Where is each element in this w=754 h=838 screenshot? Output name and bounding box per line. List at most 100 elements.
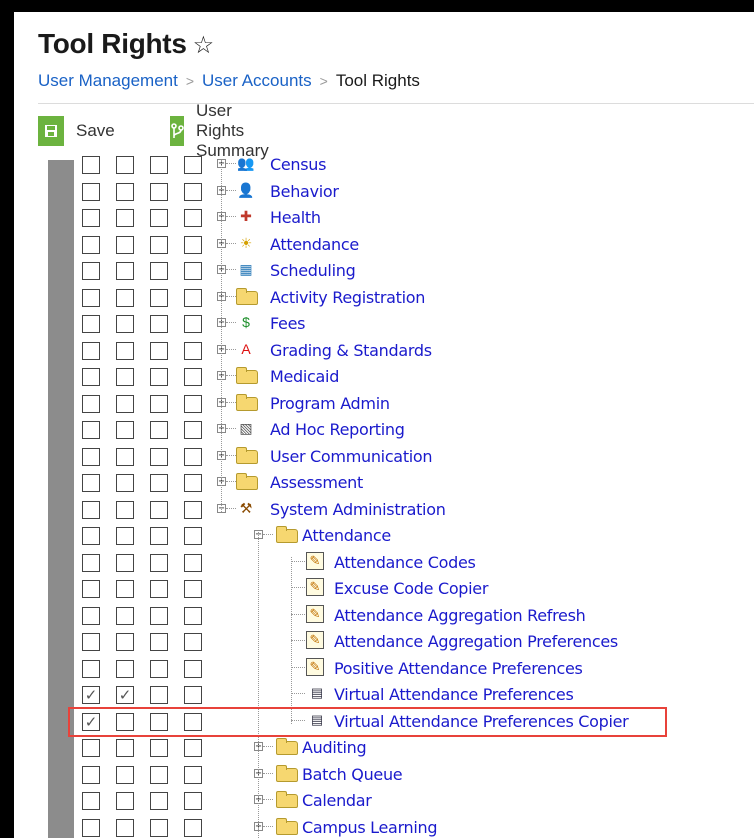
delete-checkbox[interactable] <box>184 156 202 174</box>
write-checkbox[interactable] <box>116 236 134 254</box>
add-checkbox[interactable] <box>150 262 168 280</box>
read-checkbox[interactable] <box>82 421 100 439</box>
tree-item-label[interactable]: Grading & Standards <box>270 341 432 360</box>
delete-checkbox[interactable] <box>184 766 202 784</box>
tree-item-label[interactable]: Auditing <box>302 738 367 757</box>
delete-checkbox[interactable] <box>184 183 202 201</box>
tree-item-label[interactable]: Batch Queue <box>302 765 403 784</box>
write-checkbox[interactable] <box>116 342 134 360</box>
add-checkbox[interactable] <box>150 554 168 572</box>
add-checkbox[interactable] <box>150 633 168 651</box>
read-checkbox[interactable] <box>82 580 100 598</box>
delete-checkbox[interactable] <box>184 474 202 492</box>
write-checkbox[interactable] <box>116 527 134 545</box>
write-checkbox[interactable] <box>116 289 134 307</box>
write-checkbox[interactable] <box>116 501 134 519</box>
read-checkbox[interactable] <box>82 448 100 466</box>
delete-checkbox[interactable] <box>184 501 202 519</box>
write-checkbox[interactable] <box>116 660 134 678</box>
write-checkbox[interactable] <box>116 368 134 386</box>
read-checkbox[interactable] <box>82 183 100 201</box>
delete-checkbox[interactable] <box>184 792 202 810</box>
delete-checkbox[interactable] <box>184 421 202 439</box>
delete-checkbox[interactable] <box>184 527 202 545</box>
tree-item-label[interactable]: User Communication <box>270 447 433 466</box>
read-checkbox[interactable] <box>82 501 100 519</box>
read-checkbox[interactable] <box>82 368 100 386</box>
tree-item-label[interactable]: Activity Registration <box>270 288 425 307</box>
add-checkbox[interactable] <box>150 209 168 227</box>
tree-item-label[interactable]: Scheduling <box>270 261 356 280</box>
delete-checkbox[interactable] <box>184 660 202 678</box>
add-checkbox[interactable] <box>150 686 168 704</box>
delete-checkbox[interactable] <box>184 262 202 280</box>
add-checkbox[interactable] <box>150 156 168 174</box>
tree-item-label[interactable]: Attendance Aggregation Preferences <box>334 632 618 651</box>
delete-checkbox[interactable] <box>184 236 202 254</box>
read-checkbox[interactable] <box>82 792 100 810</box>
add-checkbox[interactable] <box>150 792 168 810</box>
tree-item-label[interactable]: Health <box>270 208 321 227</box>
read-checkbox[interactable] <box>82 342 100 360</box>
tree-item-label[interactable]: Attendance <box>302 526 391 545</box>
add-checkbox[interactable] <box>150 819 168 837</box>
delete-checkbox[interactable] <box>184 739 202 757</box>
delete-checkbox[interactable] <box>184 819 202 837</box>
add-checkbox[interactable] <box>150 527 168 545</box>
read-checkbox[interactable] <box>82 527 100 545</box>
write-checkbox[interactable] <box>116 766 134 784</box>
write-checkbox[interactable] <box>116 209 134 227</box>
tree-item-label[interactable]: Attendance Codes <box>334 553 476 572</box>
delete-checkbox[interactable] <box>184 289 202 307</box>
add-checkbox[interactable] <box>150 580 168 598</box>
read-checkbox[interactable] <box>82 236 100 254</box>
delete-checkbox[interactable] <box>184 368 202 386</box>
tree-item-label[interactable]: Assessment <box>270 473 363 492</box>
add-checkbox[interactable] <box>150 421 168 439</box>
tree-item-label[interactable]: Ad Hoc Reporting <box>270 420 405 439</box>
read-checkbox[interactable] <box>82 554 100 572</box>
tree-item-label[interactable]: Medicaid <box>270 367 339 386</box>
write-checkbox[interactable] <box>116 580 134 598</box>
delete-checkbox[interactable] <box>184 315 202 333</box>
write-checkbox[interactable] <box>116 607 134 625</box>
tree-item-label[interactable]: Virtual Attendance Preferences <box>334 685 574 704</box>
tree-item-label[interactable]: Census <box>270 155 326 174</box>
read-checkbox[interactable] <box>82 289 100 307</box>
user-rights-summary-button[interactable]: User Rights Summary <box>170 101 281 160</box>
add-checkbox[interactable] <box>150 183 168 201</box>
breadcrumb-user-accounts[interactable]: User Accounts <box>202 71 312 90</box>
write-checkbox[interactable] <box>116 156 134 174</box>
delete-checkbox[interactable] <box>184 686 202 704</box>
save-button[interactable]: Save <box>38 116 115 146</box>
add-checkbox[interactable] <box>150 660 168 678</box>
delete-checkbox[interactable] <box>184 395 202 413</box>
write-checkbox[interactable] <box>116 262 134 280</box>
breadcrumb-user-management[interactable]: User Management <box>38 71 178 90</box>
add-checkbox[interactable] <box>150 607 168 625</box>
read-checkbox[interactable] <box>82 607 100 625</box>
write-checkbox[interactable] <box>116 421 134 439</box>
add-checkbox[interactable] <box>150 448 168 466</box>
add-checkbox[interactable] <box>150 289 168 307</box>
tree-item-label[interactable]: Calendar <box>302 791 372 810</box>
tree-item-label[interactable]: Attendance <box>270 235 359 254</box>
tree-item-label[interactable]: Attendance Aggregation Refresh <box>334 606 586 625</box>
write-checkbox[interactable] <box>116 792 134 810</box>
write-checkbox[interactable] <box>116 739 134 757</box>
tree-item-label[interactable]: Fees <box>270 314 305 333</box>
add-checkbox[interactable] <box>150 342 168 360</box>
add-checkbox[interactable] <box>150 739 168 757</box>
favorite-star-icon[interactable]: ☆ <box>193 32 215 59</box>
add-checkbox[interactable] <box>150 501 168 519</box>
delete-checkbox[interactable] <box>184 554 202 572</box>
delete-checkbox[interactable] <box>184 607 202 625</box>
read-checkbox[interactable] <box>82 766 100 784</box>
delete-checkbox[interactable] <box>184 633 202 651</box>
write-checkbox[interactable] <box>116 395 134 413</box>
write-checkbox[interactable] <box>116 554 134 572</box>
add-checkbox[interactable] <box>150 395 168 413</box>
add-checkbox[interactable] <box>150 368 168 386</box>
delete-checkbox[interactable] <box>184 209 202 227</box>
write-checkbox[interactable] <box>116 183 134 201</box>
